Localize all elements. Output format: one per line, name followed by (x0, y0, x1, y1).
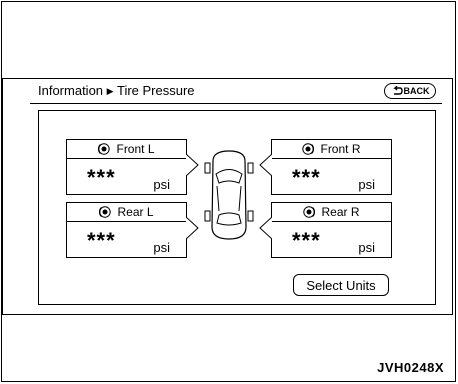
tire-card-front-right: Front R *** psi (271, 139, 392, 195)
tire-value-rear-left: *** (87, 228, 116, 253)
tire-label-rear-right: Rear R (321, 205, 360, 219)
tire-value-front-left: *** (87, 165, 116, 190)
breadcrumb-arrow-icon: ▶ (106, 86, 114, 96)
tire-icon (303, 206, 316, 218)
pointer-left-icon (259, 154, 272, 176)
pointer-right-icon (186, 154, 199, 176)
tire-unit-front-left: psi (153, 177, 170, 192)
tire-unit-rear-left: psi (153, 240, 170, 255)
car-top-view-icon (204, 150, 254, 240)
tire-icon (302, 143, 315, 155)
tire-label-front-left: Front L (116, 142, 155, 156)
breadcrumb-current: Tire Pressure (116, 83, 195, 98)
tire-card-front-left: Front L *** psi (66, 139, 187, 195)
back-button[interactable]: BACK (384, 83, 436, 99)
figure-id-label: JVH0248X (377, 360, 444, 375)
tire-icon (98, 143, 111, 155)
tire-card-rear-right: Rear R *** psi (271, 202, 392, 258)
pointer-left-icon (259, 217, 272, 239)
select-units-button[interactable]: Select Units (293, 274, 389, 296)
tire-value-rear-right: *** (292, 228, 321, 253)
back-button-label: BACK (403, 86, 430, 96)
tire-label-rear-left: Rear L (117, 205, 154, 219)
tire-label-front-right: Front R (320, 142, 361, 156)
tire-value-front-right: *** (292, 165, 321, 190)
breadcrumb: Information ▶ Tire Pressure (38, 83, 195, 98)
breadcrumb-parent[interactable]: Information (38, 83, 103, 98)
tire-icon (99, 206, 112, 218)
header-bar: Information ▶ Tire Pressure BACK (30, 80, 442, 104)
pointer-right-icon (186, 217, 199, 239)
tire-unit-rear-right: psi (358, 240, 375, 255)
tire-unit-front-right: psi (358, 177, 375, 192)
back-arrow-icon (392, 86, 403, 95)
tire-card-rear-left: Rear L *** psi (66, 202, 187, 258)
